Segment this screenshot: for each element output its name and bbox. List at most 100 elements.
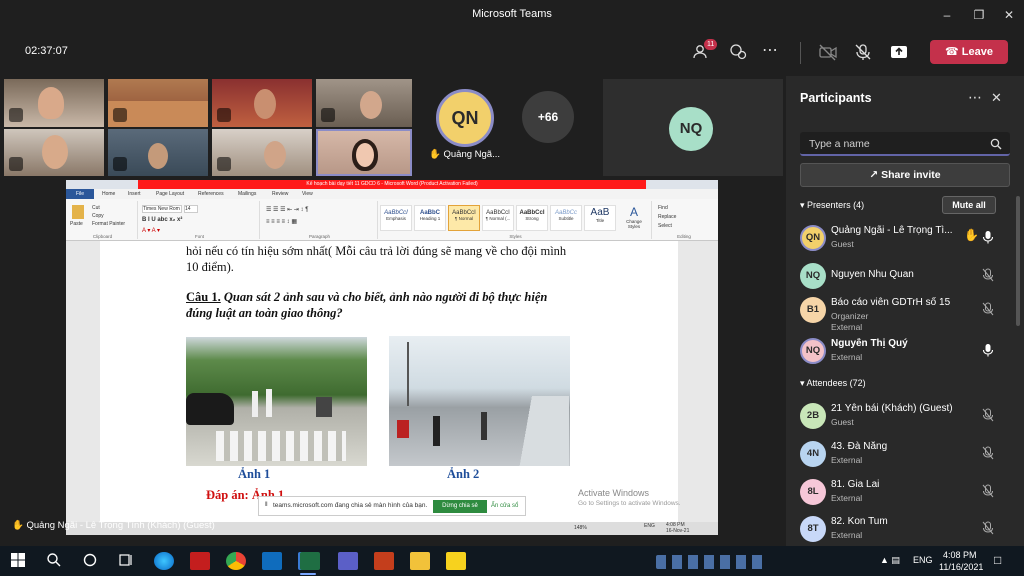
language-indicator[interactable]: ENG [913, 555, 933, 565]
powerpoint-icon[interactable] [374, 552, 394, 570]
video-tile[interactable] [4, 129, 104, 176]
select-button[interactable]: Select [658, 223, 672, 229]
mic-muted-icon[interactable] [982, 521, 994, 535]
cortana-icon[interactable] [82, 552, 102, 570]
participant-face [360, 91, 382, 119]
participant-name: Nguyen Nhu Quan [831, 269, 914, 280]
tab-review[interactable]: Review [272, 191, 288, 197]
clock-time[interactable]: 4:08 PM [943, 550, 977, 560]
panel-scrollbar[interactable] [1016, 196, 1020, 326]
chrome-icon[interactable] [226, 552, 246, 570]
more-icon[interactable]: ⋯ [762, 42, 786, 64]
style-title[interactable]: AaB Title [584, 205, 616, 231]
font-format-buttons[interactable]: B I U abc x₂ x² [142, 217, 182, 223]
attendees-header[interactable]: ▾ Attendees (72) [800, 378, 866, 389]
mute-all-button[interactable]: Mute all [942, 196, 996, 214]
participant-row[interactable]: NQ Nguyen Nhu Quan [800, 260, 1010, 298]
participant-row[interactable]: 2B 21 Yên bái (Khách) (Guest) Guest [800, 400, 1010, 438]
style-heading-1[interactable]: AaBbC Heading 1 [414, 205, 446, 231]
style-normal-2[interactable]: AaBbCcI ¶ Normal (... [482, 205, 514, 231]
style-subtitle[interactable]: AaBbCc Subtitle [550, 205, 582, 231]
style-strong[interactable]: AaBbCcI Strong [516, 205, 548, 231]
tray-wifi-icon[interactable]: ▲ ▤ [880, 555, 900, 566]
find-button[interactable]: Find [658, 205, 668, 211]
replace-button[interactable]: Replace [658, 214, 676, 220]
participant-row[interactable]: NQ Nguyễn Thị Quý External [800, 335, 1010, 373]
windows-start-icon[interactable] [10, 552, 30, 570]
avatar-qn[interactable]: QN [436, 89, 494, 147]
cut-button[interactable]: Cut [92, 205, 100, 211]
sticky-notes-icon[interactable] [446, 552, 466, 570]
style-normal[interactable]: AaBbCcI ¶ Normal [448, 205, 480, 231]
video-tile[interactable] [212, 129, 312, 176]
maximize-icon[interactable]: ❐ [968, 6, 990, 24]
tab-file[interactable]: File [66, 189, 94, 199]
video-tile[interactable] [4, 79, 104, 127]
participant-row[interactable]: 8L 81. Gia Lai External [800, 476, 1010, 514]
share-screen-icon[interactable] [889, 42, 913, 64]
font-name-select[interactable]: Times New Rom [142, 205, 182, 213]
participant-row[interactable]: B1 Báo cáo viên GDTrH số 15 Organizer Ex… [800, 294, 1010, 332]
mic-muted-icon[interactable] [982, 484, 994, 498]
participant-row[interactable]: 4N 43. Đà Nẵng External [800, 438, 1010, 476]
chat-icon[interactable] [728, 42, 752, 64]
hide-window-button[interactable]: Ẩn cửa sổ [491, 500, 518, 513]
task-view-icon[interactable] [118, 552, 138, 570]
edge-icon[interactable] [154, 552, 174, 570]
minimize-icon[interactable]: – [936, 6, 958, 24]
tab-home[interactable]: Home [102, 191, 115, 197]
presenters-header[interactable]: ▾ Presenters (4) [800, 200, 864, 211]
tab-view[interactable]: View [302, 191, 313, 197]
paste-button[interactable]: Paste [70, 221, 83, 227]
list-buttons[interactable]: ☰ ☰ ☰ ⇤ ⇥ ↕ ¶ [266, 206, 308, 213]
copy-button[interactable]: Copy [92, 213, 104, 219]
font-color-buttons[interactable]: A ▾ A ▾ [142, 227, 160, 234]
acrobat-icon[interactable] [190, 552, 210, 570]
tab-mailings[interactable]: Mailings [238, 191, 256, 197]
mic-muted-icon[interactable] [982, 446, 994, 460]
mic-muted-icon[interactable] [982, 302, 994, 316]
mic-muted-icon[interactable] [982, 408, 994, 422]
format-painter-button[interactable]: Format Painter [92, 221, 125, 227]
video-tile[interactable] [212, 79, 312, 127]
notification-icon[interactable]: □ [994, 553, 1001, 567]
change-styles-button[interactable]: A Change Styles [620, 205, 648, 229]
tab-page-layout[interactable]: Page Layout [156, 191, 184, 197]
video-tile[interactable]: NQ [603, 79, 783, 176]
video-tile[interactable] [108, 129, 208, 176]
share-invite-button[interactable]: ↗ Share invite [800, 163, 1010, 187]
panel-more-icon[interactable]: ⋯ [968, 89, 982, 106]
participants-icon[interactable]: 11 [692, 39, 718, 64]
mic-muted-icon [217, 108, 231, 122]
video-tile[interactable] [316, 79, 412, 127]
mic-off-icon[interactable] [853, 42, 877, 64]
camera-off-icon[interactable] [818, 42, 842, 64]
style-emphasis[interactable]: AaBbCcI Emphasis [380, 205, 412, 231]
system-tray-icons[interactable] [656, 555, 766, 569]
paste-icon[interactable] [72, 205, 84, 219]
leave-button[interactable]: ☎ Leave [930, 40, 1008, 64]
font-size-select[interactable]: 14 [184, 205, 198, 213]
close-window-icon[interactable]: ✕ [998, 6, 1020, 24]
outlook-icon[interactable] [262, 552, 282, 570]
excel-icon[interactable] [300, 552, 320, 570]
close-panel-icon[interactable]: ✕ [991, 90, 1002, 106]
video-tile[interactable] [108, 79, 208, 127]
stop-sharing-button[interactable]: Dừng chia sẻ [433, 500, 487, 513]
mic-on-icon[interactable] [982, 230, 994, 244]
mic-on-icon[interactable] [982, 343, 994, 357]
search-participants-input[interactable]: Type a name [800, 132, 1010, 156]
align-buttons[interactable]: ≡ ≡ ≡ ≡ ↕ ▦ [266, 218, 297, 225]
tab-references[interactable]: References [198, 191, 224, 197]
clock-date[interactable]: 11/16/2021 [939, 562, 983, 572]
active-app-indicator [300, 573, 316, 575]
avatar: QN [800, 225, 826, 251]
file-explorer-icon[interactable] [410, 552, 430, 570]
video-tile-active-speaker[interactable] [316, 129, 412, 176]
overflow-participants-button[interactable]: +66 [522, 91, 574, 143]
teams-taskbar-icon[interactable] [338, 552, 358, 570]
mic-muted-icon[interactable] [982, 268, 994, 282]
participant-row[interactable]: QN Quảng Ngãi - Lê Trọng Tì... Guest ✋ [800, 222, 1010, 260]
tab-insert[interactable]: Insert [128, 191, 141, 197]
search-icon[interactable] [46, 552, 66, 570]
